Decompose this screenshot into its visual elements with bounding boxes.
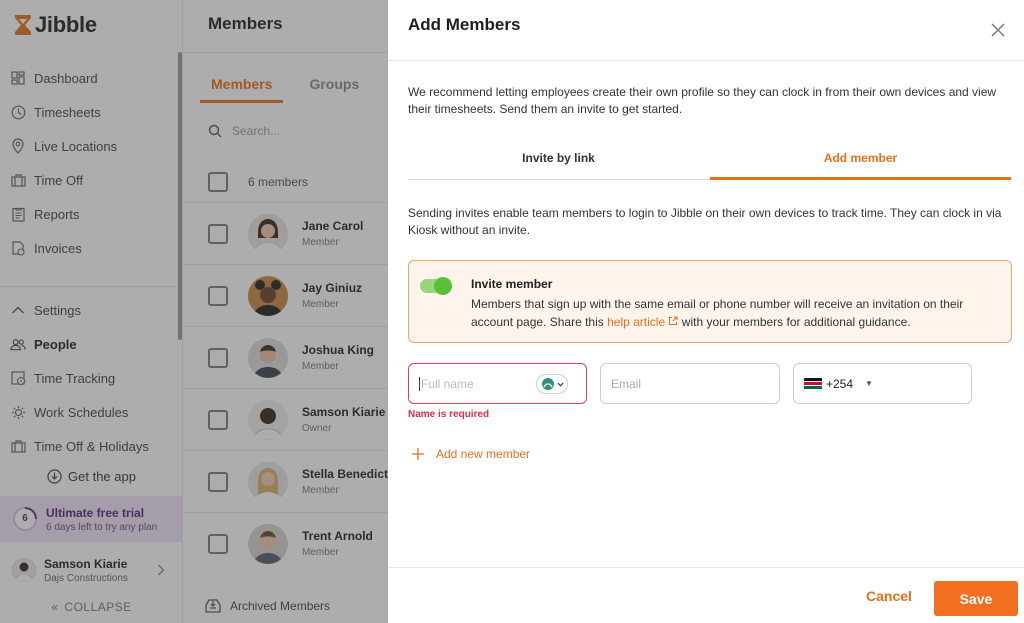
full-name-placeholder: Full name (419, 376, 474, 391)
invite-member-panel: Invite member Members that sign up with … (408, 260, 1012, 343)
phone-field[interactable]: +254 ▼ (793, 363, 972, 404)
dialog-title: Add Members (408, 15, 521, 34)
save-button[interactable]: Save (934, 581, 1018, 616)
add-new-member-button[interactable]: Add new member (412, 447, 530, 461)
dialog-intro: We recommend letting employees create th… (408, 85, 997, 116)
modal-backdrop[interactable] (0, 0, 388, 623)
external-link-icon (669, 316, 678, 325)
kenya-flag-icon[interactable] (804, 377, 822, 390)
dialog-tabs: Invite by link Add member (408, 148, 1011, 180)
close-button[interactable] (986, 18, 1010, 42)
divider (388, 567, 1024, 568)
email-field[interactable]: Email (600, 363, 780, 404)
add-members-dialog: Add Members We recommend letting employe… (388, 0, 1024, 623)
add-member-description: Sending invites enable team members to l… (408, 206, 1002, 237)
email-placeholder: Email (611, 376, 642, 391)
tab-invite-by-link[interactable]: Invite by link (408, 148, 709, 180)
chevron-down-icon (556, 382, 564, 386)
invite-member-title: Invite member (471, 277, 553, 291)
avatar-picker[interactable] (536, 374, 568, 394)
help-article-link[interactable]: help article (607, 315, 678, 329)
divider (388, 60, 1024, 61)
invite-member-text: Members that sign up with the same email… (471, 295, 1001, 331)
toggle-knob (434, 277, 452, 295)
cancel-button[interactable]: Cancel (866, 588, 912, 604)
full-name-field[interactable]: Full name (408, 363, 587, 404)
full-name-error: Name is required (408, 409, 490, 420)
tab-add-member[interactable]: Add member (710, 148, 1011, 180)
avatar-picker-icon (541, 378, 554, 390)
invite-text-after: with your members for additional guidanc… (678, 315, 911, 329)
caret-down-icon[interactable]: ▼ (865, 379, 873, 388)
add-new-member-label: Add new member (436, 447, 531, 461)
phone-country-code: +254 (826, 376, 854, 391)
invite-member-toggle[interactable] (420, 277, 452, 295)
close-icon (991, 23, 1005, 37)
plus-icon (412, 448, 424, 460)
help-article-label: help article (607, 315, 666, 329)
